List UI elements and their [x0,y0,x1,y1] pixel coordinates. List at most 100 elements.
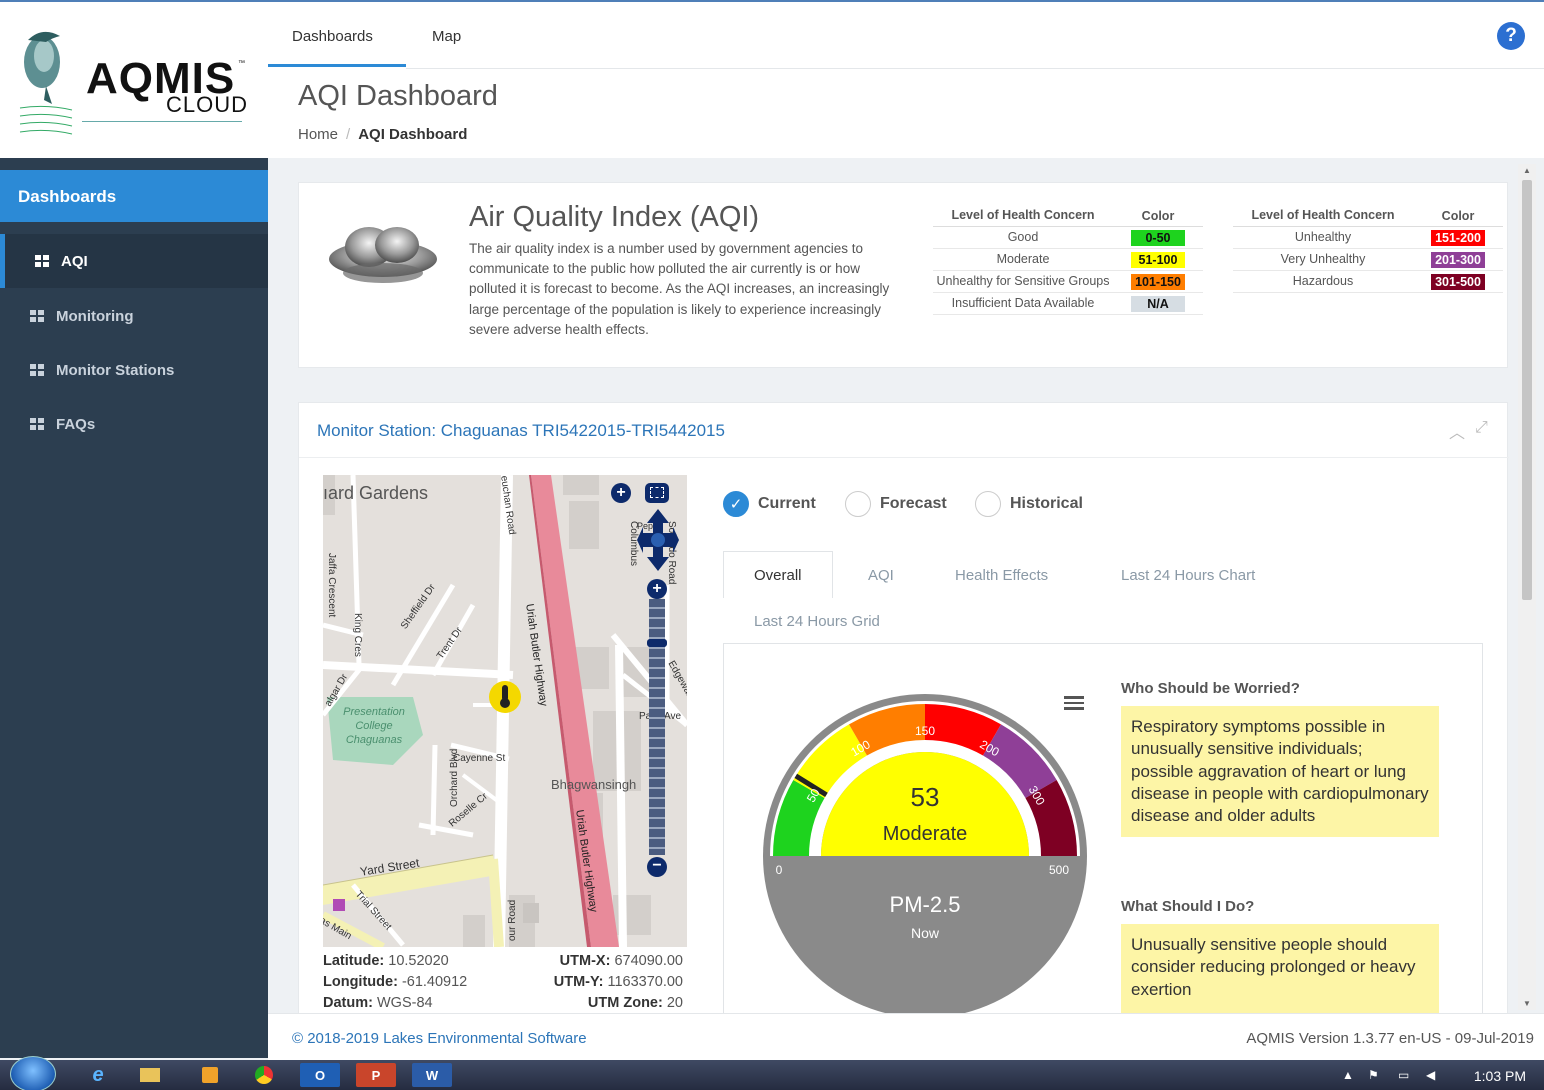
breadcrumb-home[interactable]: Home [298,126,338,143]
scroll-down-icon[interactable]: ▼ [1523,999,1531,1008]
version-text: AQMIS Version 1.3.77 en-US - 09-Jul-2019 [1246,1030,1534,1047]
sidebar-heading[interactable]: Dashboards [0,170,268,222]
tab-health-effects[interactable]: Health Effects [955,567,1048,584]
expand-icon[interactable]: ⤢ [1475,419,1488,437]
radio-forecast[interactable]: Forecast [845,491,947,517]
tab-map[interactable]: Map [432,28,461,45]
utm-y-label: UTM-Y: [553,974,604,990]
radio-historical[interactable]: Historical [975,491,1083,517]
grid-icon [30,310,44,322]
level-swatch: 201-300 [1431,251,1485,268]
utm-zone-value: 20 [666,995,683,1011]
aqi-description: The air quality index is a number used b… [469,241,890,337]
station-title: Monitor Station: Chaguanas TRI5422015-TR… [317,421,725,440]
tab-last-24-hours-chart[interactable]: Last 24 Hours Chart [1121,567,1255,584]
logo[interactable]: AQMIS ™ CLOUD [0,14,268,158]
level-swatch: 51-100 [1131,251,1185,268]
radio-current[interactable]: ✓ Current [723,491,816,517]
zoom-slider[interactable] [647,599,667,855]
sidebar-item-label: Monitor Stations [56,361,175,379]
tab-last-24-hours-grid[interactable]: Last 24 Hours Grid [754,613,880,630]
what-do-text: Unusually sensitive people should consid… [1121,924,1439,1013]
zoom-box-icon[interactable] [645,483,669,503]
level-swatch: N/A [1131,295,1185,312]
sidebar-item-monitoring[interactable]: Monitoring [0,289,268,343]
media-player-icon[interactable] [190,1063,230,1087]
datum-value: WGS-84 [376,995,433,1011]
station-map[interactable]: ıard Gardens Jaffa Crescent King Cres Sh… [323,475,687,947]
level-swatch: 0-50 [1131,229,1185,246]
column-header: Color [1141,208,1175,223]
level-label: Good [1007,230,1039,244]
sidebar-item-label: Monitoring [56,307,134,325]
level-label: Insufficient Data Available [951,296,1095,310]
map-label: our Road [507,899,518,941]
radio-label: Forecast [880,495,947,512]
clock[interactable]: 1:03 PM [1474,1068,1526,1084]
what-do-title: What Should I Do? [1121,898,1255,915]
tray-expand-icon[interactable]: ▲ [1342,1068,1354,1082]
sidebar: Dashboards AQI Monitoring Monitor Statio… [0,158,268,1058]
level-label: Moderate [996,252,1050,266]
sidebar-item-faqs[interactable]: FAQs [0,397,268,451]
cloud-icon [329,227,437,283]
table-row: Hazardous 301-500 [1233,271,1503,293]
copyright-link[interactable]: © 2018-2019 Lakes Environmental Software [292,1030,587,1047]
ie-icon[interactable]: e [78,1063,118,1087]
grid-icon [30,418,44,430]
map-label: Orchard Blvd [449,748,460,807]
longitude-value: -61.40912 [401,974,468,990]
content-scrollbar[interactable]: ▲ ▼ [1518,164,1536,1010]
gauge-value: 53 [911,782,940,812]
level-label: Unhealthy [1294,230,1352,244]
table-row: Insufficient Data Available N/A [933,293,1203,315]
level-swatch: 151-200 [1431,229,1485,246]
map-label: Cayenne St [453,753,506,764]
explorer-icon[interactable] [130,1063,170,1087]
sidebar-item-label: FAQs [56,415,96,433]
gauge-tick-label: 0 [776,863,783,877]
powerpoint-icon[interactable]: P [356,1063,396,1087]
utm-x-label: UTM-X: [559,953,611,969]
aqi-title: Air Quality Index (AQI) [469,201,760,233]
map-label: Bhagwansingh [551,777,637,792]
word-icon[interactable]: W [412,1063,452,1087]
scroll-up-icon[interactable]: ▲ [1523,166,1531,175]
aqi-gauge: 05010015020030050053ModeratePM-2.5Now [763,694,1087,1013]
table-row: Moderate 51-100 [933,249,1203,271]
outlook-icon[interactable]: O [300,1063,340,1087]
scroll-thumb[interactable] [1522,180,1532,600]
os-taskbar: e O P W ▲ ⚑ ▭ ◀ 1:03 PM [0,1056,1544,1090]
collapse-icon[interactable]: ︿ [1449,419,1465,443]
latitude-value: 10.52020 [388,953,449,969]
zoom-in-icon[interactable]: + [647,579,667,599]
chrome-icon[interactable] [244,1063,284,1087]
volume-icon[interactable]: ◀ [1426,1068,1435,1082]
longitude-label: Longitude: [323,974,398,990]
start-button-icon[interactable] [10,1056,56,1090]
utm-y-value: 1163370.00 [607,974,683,990]
pan-control-icon[interactable] [637,509,679,571]
level-label: Very Unhealthy [1280,252,1366,266]
latitude-label: Latitude: [323,953,385,969]
action-center-icon[interactable]: ⚑ [1368,1068,1379,1082]
map-label: Presentation College Chaguanas [343,706,405,746]
grid-icon [30,364,44,376]
map-label: Jaffa Crescent [326,553,337,618]
tab-overall[interactable]: Overall [723,551,833,598]
network-icon[interactable]: ▭ [1398,1068,1409,1082]
grid-icon [35,255,49,267]
menu-icon[interactable] [1064,696,1084,710]
zoom-out-icon[interactable]: − [647,857,667,877]
gauge-pollutant: PM-2.5 [890,892,961,917]
sidebar-item-monitor-stations[interactable]: Monitor Stations [0,343,268,397]
breadcrumb-separator: / [346,126,351,143]
radio-circle [845,491,871,517]
level-swatch: 101-150 [1131,273,1185,290]
tab-dashboards[interactable]: Dashboards [292,28,373,45]
table-row: Unhealthy for Sensitive Groups 101-150 [933,271,1203,293]
help-icon[interactable]: ? [1497,22,1525,50]
sidebar-item-aqi[interactable]: AQI [0,234,268,288]
zoom-box-plus-icon[interactable]: + [611,483,631,503]
tab-aqi[interactable]: AQI [868,567,894,584]
